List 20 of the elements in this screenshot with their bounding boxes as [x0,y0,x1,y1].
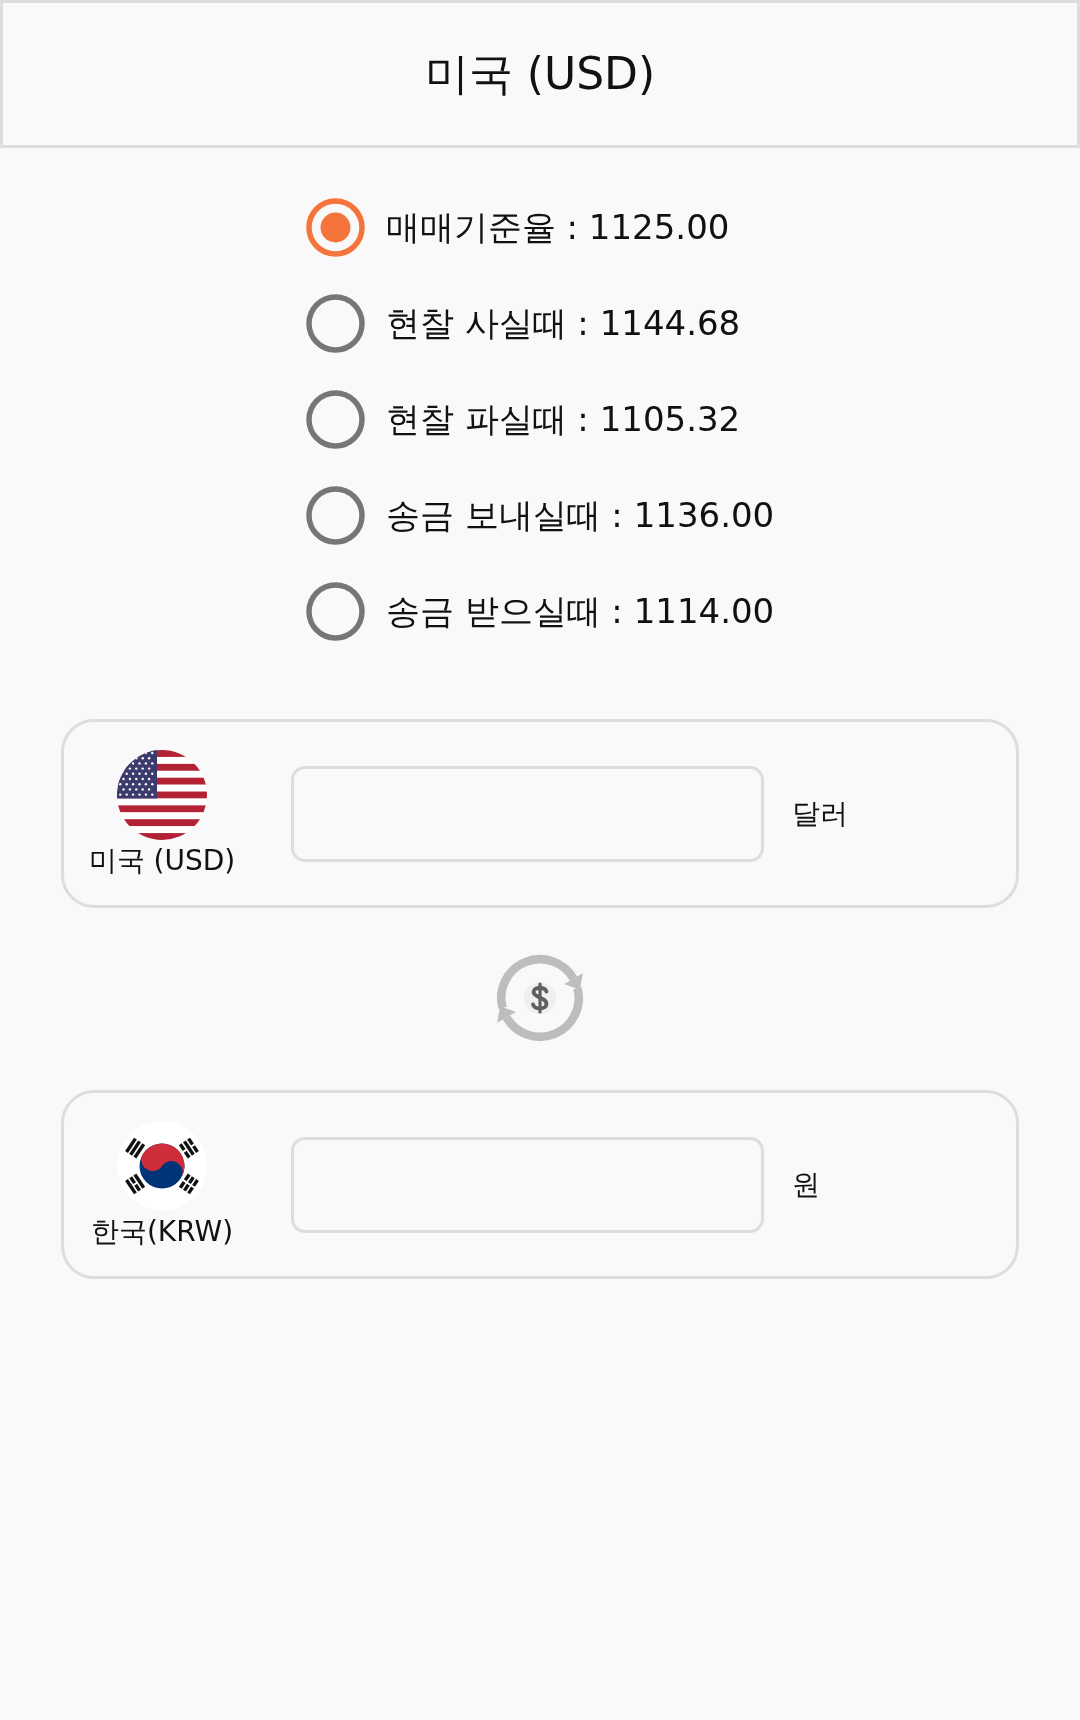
currency-unit: 원 [792,1166,820,1203]
rate-radio-option[interactable]: 송금 보내실때 : 1136.00 [305,467,775,563]
amount-input-field[interactable] [291,1136,764,1233]
radio-icon[interactable] [305,389,365,449]
rate-radio-option[interactable]: 현찰 파실때 : 1105.32 [305,371,775,467]
amount-input-field[interactable] [291,765,764,862]
rate-radio-option[interactable]: 현찰 사실때 : 1144.68 [305,275,775,371]
radio-icon[interactable] [305,293,365,353]
rate-radio-option[interactable]: 매매기준율 : 1125.00 [305,179,775,275]
rate-radio-option[interactable]: 송금 받으실때 : 1114.00 [305,563,775,659]
currency-name: 미국 (USD) [88,843,236,878]
currency-exchange-icon[interactable] [496,954,584,1042]
radio-icon[interactable] [305,581,365,641]
page-title: 미국 (USD) [424,47,656,101]
us-flag-icon [117,749,207,840]
currency-unit: 달러 [792,795,848,832]
currency-name: 한국(KRW) [90,1214,234,1249]
radio-icon[interactable] [305,485,365,545]
korean-flag-icon [117,1120,207,1211]
radio-icon[interactable] [305,197,365,257]
